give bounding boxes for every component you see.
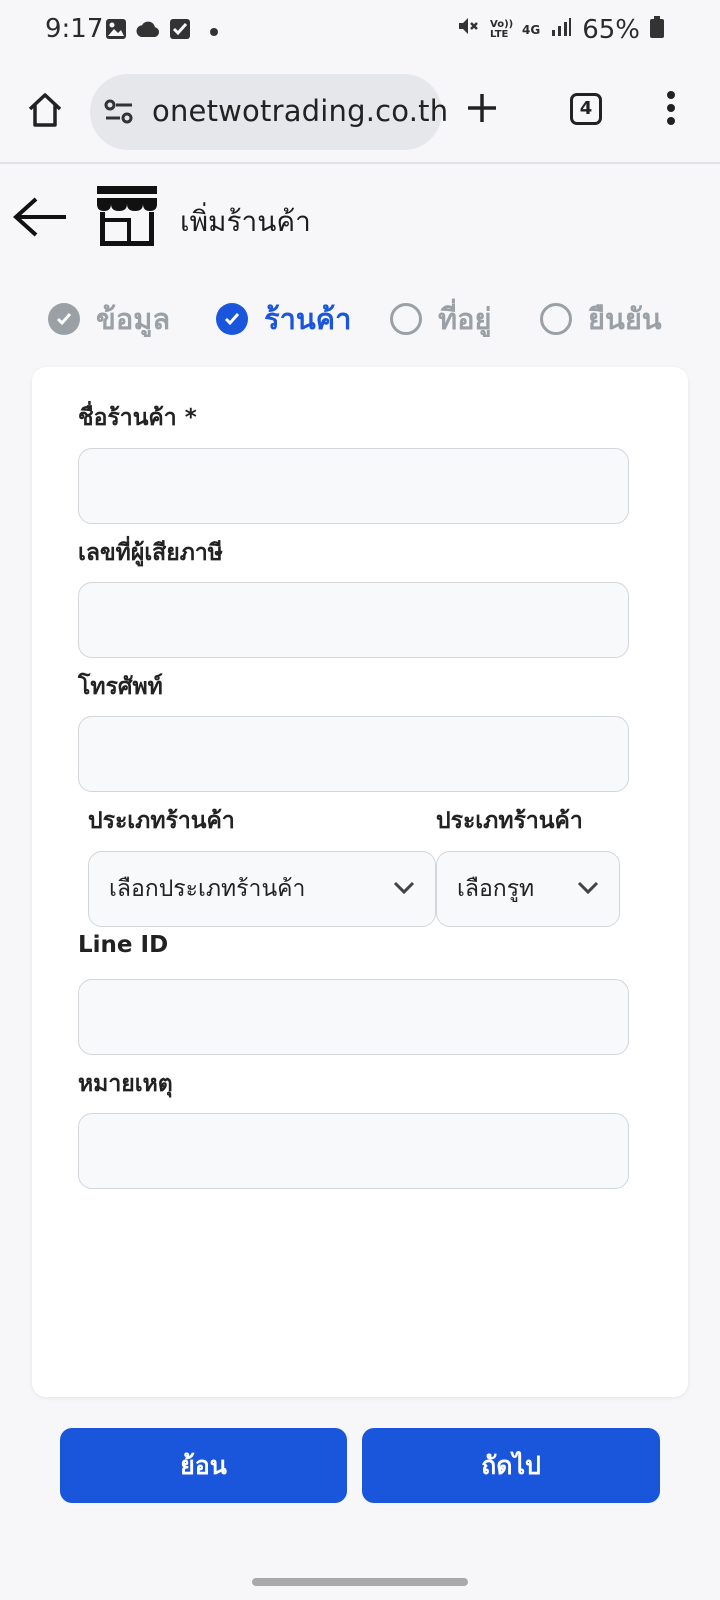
- route-select[interactable]: เลือกรูท: [436, 851, 620, 927]
- step-label: ข้อมูล: [96, 302, 171, 336]
- step-confirm: ยืนยัน: [540, 296, 662, 342]
- status-bar: 9:17 Vo)) LTE 4G 65%: [0, 0, 720, 62]
- phone-input[interactable]: [78, 716, 629, 792]
- step-info: ข้อมูล: [48, 296, 170, 342]
- line-id-input[interactable]: [78, 979, 629, 1055]
- new-tab-icon[interactable]: [464, 90, 500, 130]
- mute-icon: [456, 14, 480, 45]
- address-bar[interactable]: onetwotrading.co.th: [90, 74, 448, 150]
- step-address: ที่อยู่: [390, 296, 492, 342]
- network-type-icon: 4G: [522, 22, 541, 37]
- step-label: ยืนยัน: [588, 302, 662, 336]
- browser-toolbar: onetwotrading.co.th 4: [0, 62, 720, 164]
- line-id-label: Line ID: [78, 932, 169, 958]
- route-type-label: ประเภทร้านค้า: [436, 808, 583, 834]
- step-check-icon: [216, 303, 248, 335]
- home-indicator[interactable]: [252, 1578, 468, 1586]
- volte-icon: Vo)) LTE: [490, 18, 514, 40]
- store-type-selected: เลือกประเภทร้านค้า: [109, 876, 306, 902]
- route-selected: เลือกรูท: [457, 876, 535, 902]
- gallery-icon: [105, 18, 127, 44]
- tab-switcher-button[interactable]: 4: [570, 93, 602, 125]
- signal-icon: [550, 15, 572, 45]
- back-arrow-icon[interactable]: [12, 195, 68, 243]
- store-type-label: ประเภทร้านค้า: [88, 808, 235, 834]
- checkbox-icon: [169, 18, 191, 44]
- url-text[interactable]: onetwotrading.co.th: [152, 94, 448, 128]
- phone-label: โทรศัพท์: [78, 674, 163, 700]
- home-icon[interactable]: [25, 90, 65, 134]
- more-menu-icon[interactable]: [666, 90, 676, 130]
- chevron-down-icon: [393, 880, 415, 899]
- store-name-label: ชื่อร้านค้า *: [78, 405, 197, 431]
- dot-icon: [209, 22, 219, 41]
- note-label: หมายเหตุ: [78, 1071, 173, 1097]
- step-circle-icon: [540, 303, 572, 335]
- store-icon: [94, 184, 160, 252]
- back-button[interactable]: ย้อน: [60, 1428, 347, 1503]
- status-right: Vo)) LTE 4G 65%: [456, 14, 664, 45]
- cloud-icon: [135, 19, 161, 43]
- tax-id-label: เลขที่ผู้เสียภาษี: [78, 540, 223, 566]
- store-type-select[interactable]: เลือกประเภทร้านค้า: [88, 851, 436, 927]
- step-label: ร้านค้า: [264, 302, 352, 336]
- step-store: ร้านค้า: [216, 296, 351, 342]
- store-name-input[interactable]: [78, 448, 629, 524]
- tax-id-input[interactable]: [78, 582, 629, 658]
- step-label: ที่อยู่: [438, 302, 492, 336]
- step-check-icon: [48, 303, 80, 335]
- store-form-card: ชื่อร้านค้า * เลขที่ผู้เสียภาษี โทรศัพท์…: [32, 367, 688, 1397]
- battery-icon: [650, 15, 664, 45]
- chevron-down-icon: [577, 880, 599, 899]
- battery-percent: 65%: [582, 14, 640, 45]
- notification-icons: [105, 18, 219, 44]
- status-time: 9:17: [45, 14, 104, 44]
- page-title: เพิ่มร้านค้า: [180, 205, 311, 238]
- note-input[interactable]: [78, 1113, 629, 1189]
- step-circle-icon: [390, 303, 422, 335]
- next-button[interactable]: ถัดไป: [362, 1428, 660, 1503]
- site-settings-icon[interactable]: [104, 98, 134, 130]
